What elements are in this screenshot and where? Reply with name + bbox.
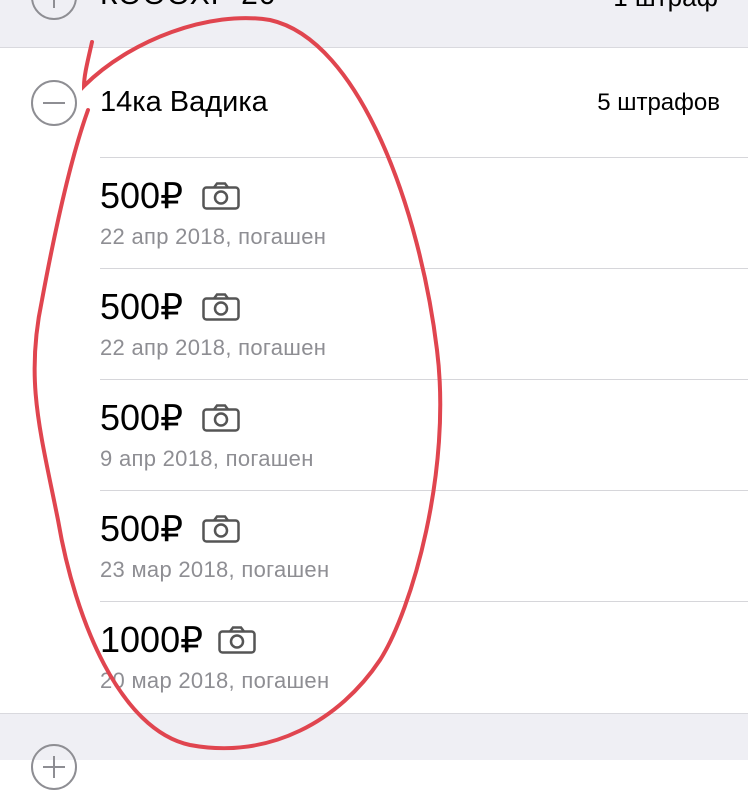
fine-row[interactable]: 500₽ 9 апр 2018, погашен [100,379,748,491]
fine-row[interactable]: 500₽ 22 апр 2018, погашен [100,157,748,269]
camera-icon[interactable] [202,404,240,432]
next-group-header[interactable] [0,713,748,790]
plus-circle-icon[interactable] [31,744,77,790]
group-title: 14ка Вадика [100,86,268,118]
camera-icon[interactable] [202,515,240,543]
fine-date-status: 20 мар 2018, погашен [100,668,330,693]
camera-icon[interactable] [218,626,256,654]
fine-amount: 1000₽ [100,619,203,660]
minus-circle-icon[interactable] [31,80,77,126]
fine-amount: 500₽ [100,397,183,438]
fine-row[interactable]: 500₽ 22 апр 2018, погашен [100,268,748,380]
plus-circle-icon[interactable] [31,0,77,20]
fine-date-status: 22 апр 2018, погашен [100,335,327,360]
fine-amount: 500₽ [100,286,183,327]
group-fine-count: 5 штрафов [597,89,720,116]
fine-amount: 500₽ [100,508,183,549]
previous-group-count: 1 штраф [613,0,718,13]
previous-group-title: КОООХР 20 [100,0,277,12]
fine-date-status: 9 апр 2018, погашен [100,446,314,471]
fine-date-status: 22 апр 2018, погашен [100,224,327,249]
fine-date-status: 23 мар 2018, погашен [100,557,330,582]
fine-amount: 500₽ [100,175,183,216]
camera-icon[interactable] [202,293,240,321]
previous-group-header[interactable]: КОООХР 20 1 штраф [0,0,748,48]
fine-row[interactable]: 500₽ 23 мар 2018, погашен [100,490,748,602]
fine-row[interactable]: 1000₽ 20 мар 2018, погашен [100,601,748,713]
camera-icon[interactable] [202,182,240,210]
